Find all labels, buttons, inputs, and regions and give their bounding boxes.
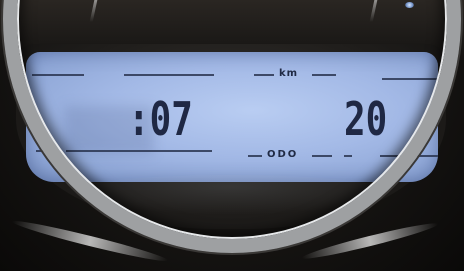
chrome-bezel-ring	[3, 0, 461, 253]
instrument-cluster-photo: km :07 20 ODO	[0, 0, 464, 271]
